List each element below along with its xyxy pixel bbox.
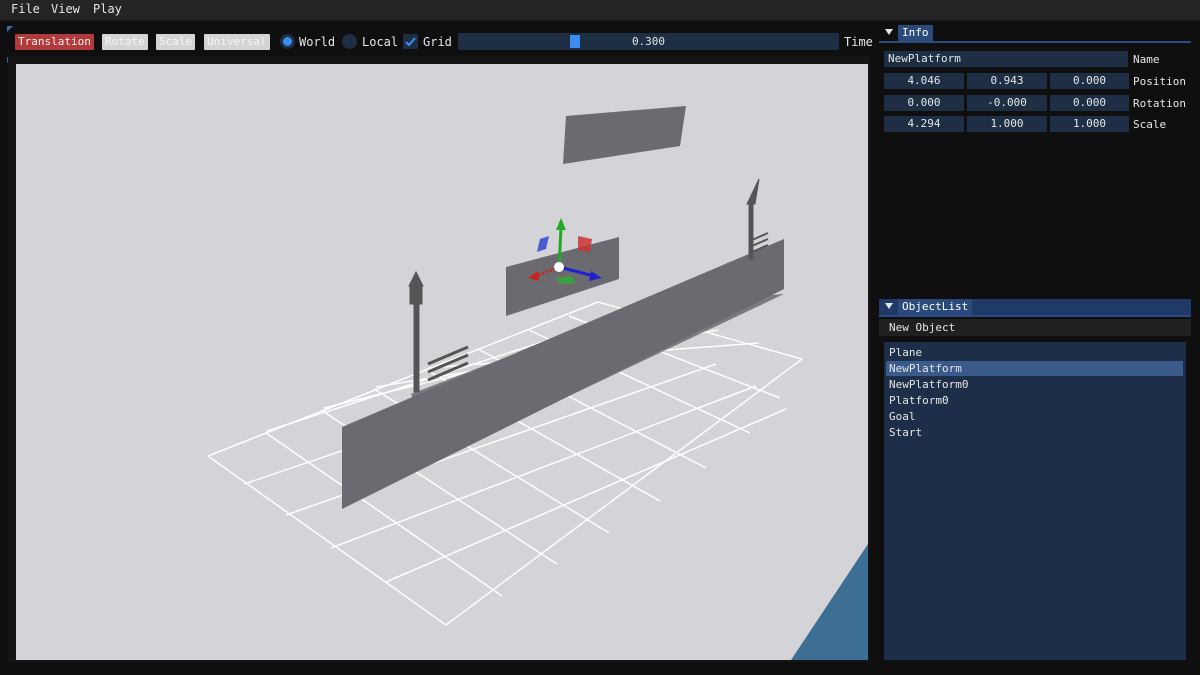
- position-z-field[interactable]: 0.000: [1050, 73, 1129, 89]
- objectlist-panel-header: ObjectList: [879, 299, 1191, 317]
- window-corner-icon: [7, 26, 13, 32]
- time-label: Time: [844, 35, 873, 49]
- collapse-triangle-icon[interactable]: [885, 29, 893, 35]
- lamp-post-shape: [408, 270, 424, 393]
- scale-x-field[interactable]: 4.294: [884, 116, 964, 132]
- world-space-label: World: [299, 35, 336, 49]
- scale-y-field[interactable]: 1.000: [967, 116, 1047, 132]
- position-x-field[interactable]: 4.046: [884, 73, 964, 89]
- list-item[interactable]: Start: [886, 425, 1183, 440]
- list-item[interactable]: Goal: [886, 409, 1183, 424]
- gizmo-toolbar: Translation Rotate Scale Universal World…: [8, 26, 873, 56]
- menu-play[interactable]: Play: [93, 2, 122, 16]
- object-list[interactable]: Plane NewPlatform NewPlatform0 Platform0…: [884, 342, 1186, 660]
- menu-bar: File View Play: [0, 0, 1200, 21]
- list-item[interactable]: NewPlatform: [886, 361, 1183, 376]
- time-slider-value: 0.300: [631, 35, 666, 48]
- local-space-radio[interactable]: [342, 34, 357, 49]
- ground-grid: [207, 301, 803, 626]
- rotation-label: Rotation: [1133, 97, 1186, 110]
- lamp-post-shape: [746, 178, 760, 260]
- floating-platform-shape: [563, 106, 686, 164]
- scene-render: [207, 106, 868, 660]
- list-item[interactable]: NewPlatform0: [886, 377, 1183, 392]
- position-label: Position: [1133, 75, 1186, 88]
- rotation-z-field[interactable]: 0.000: [1050, 95, 1129, 111]
- world-space-radio[interactable]: [280, 34, 295, 49]
- scale-mode-button[interactable]: Scale: [156, 34, 196, 50]
- local-space-label: Local: [362, 35, 399, 49]
- menu-file[interactable]: File: [11, 2, 40, 16]
- info-tab[interactable]: Info: [898, 25, 933, 41]
- info-panel-header: Info: [879, 25, 1191, 43]
- list-item[interactable]: Platform0: [886, 393, 1183, 408]
- grid-label: Grid: [423, 35, 452, 49]
- objectlist-tab[interactable]: ObjectList: [898, 299, 973, 315]
- scene-viewport[interactable]: [16, 64, 868, 660]
- menu-view[interactable]: View: [51, 2, 80, 16]
- universal-mode-button[interactable]: Universal: [204, 34, 270, 50]
- rotate-mode-button[interactable]: Rotate: [102, 34, 148, 50]
- rotation-x-field[interactable]: 0.000: [884, 95, 964, 111]
- scale-z-field[interactable]: 1.000: [1050, 116, 1129, 132]
- grid-checkbox[interactable]: [403, 34, 418, 49]
- selected-platform-shape: [506, 237, 619, 316]
- new-object-button[interactable]: New Object: [879, 319, 1191, 336]
- name-label: Name: [1133, 53, 1160, 66]
- translation-mode-button[interactable]: Translation: [15, 34, 94, 50]
- ground-edge-shape: [791, 544, 868, 660]
- position-y-field[interactable]: 0.943: [967, 73, 1047, 89]
- collapse-triangle-icon[interactable]: [885, 303, 893, 309]
- list-item[interactable]: Plane: [886, 345, 1183, 360]
- scale-label: Scale: [1133, 118, 1167, 131]
- time-slider[interactable]: 0.300: [458, 33, 839, 50]
- checkmark-icon: [405, 37, 416, 47]
- rotation-y-field[interactable]: -0.000: [967, 95, 1047, 111]
- name-field[interactable]: NewPlatform: [884, 51, 1128, 67]
